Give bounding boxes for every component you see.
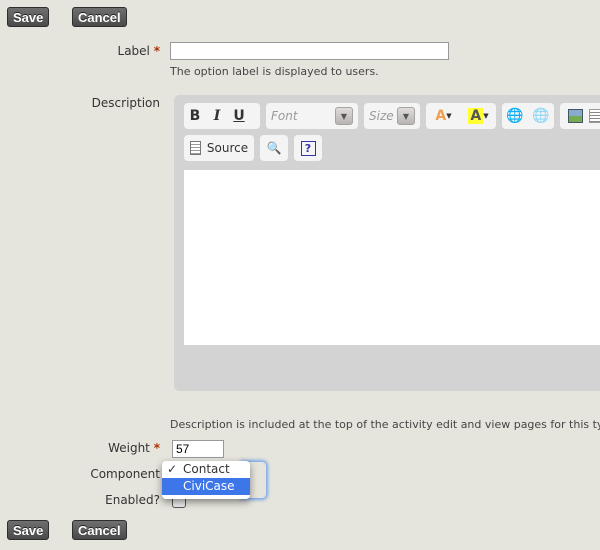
unlink-icon[interactable]: 🌐 [530, 105, 552, 127]
cancel-button-top[interactable]: Cancel [72, 7, 127, 27]
description-label: Description [91, 96, 160, 110]
preview-button[interactable]: 🔍 [260, 135, 288, 161]
color-group: A ▼ A ▼ [426, 103, 496, 129]
magnifier-icon: 🔍 [266, 141, 282, 155]
component-dropdown[interactable]: ✓ Contact CiviCase [162, 461, 250, 499]
required-marker: * [153, 44, 160, 58]
source-button[interactable]: Source [184, 135, 254, 161]
help-icon: ? [300, 140, 316, 156]
weight-label: Weight * [108, 441, 160, 455]
link-group: 🌐 🌐 [502, 103, 554, 129]
help-button[interactable]: ? [294, 135, 322, 161]
font-combo[interactable]: Font ▼ [266, 103, 358, 129]
insert-group [560, 103, 600, 129]
weight-input[interactable] [172, 440, 224, 458]
chevron-down-icon: ▼ [397, 107, 415, 125]
chevron-down-icon: ▼ [335, 107, 353, 125]
description-help: Description is included at the top of th… [170, 418, 600, 431]
document-icon [189, 141, 201, 155]
bold-button[interactable]: B [184, 105, 206, 127]
component-label: Component [90, 467, 160, 481]
italic-button[interactable]: I [206, 105, 228, 127]
underline-button[interactable]: U [228, 105, 250, 127]
label-help: The option label is displayed to users. [170, 65, 379, 78]
label-field-label: Label * [117, 44, 160, 58]
save-button-top[interactable]: Save [7, 7, 50, 27]
enabled-label: Enabled? [105, 493, 160, 507]
required-marker: * [153, 441, 160, 455]
link-icon[interactable]: 🌐 [504, 105, 526, 127]
dropdown-option-civicase[interactable]: CiviCase [162, 478, 250, 495]
text-color-icon[interactable]: A ▼ [430, 105, 458, 127]
editor-content-area[interactable] [184, 170, 600, 345]
checkmark-icon: ✓ [167, 462, 178, 476]
cancel-button-bottom[interactable]: Cancel [72, 520, 127, 540]
label-input[interactable] [170, 42, 449, 60]
background-color-icon[interactable]: A ▼ [465, 105, 493, 127]
dropdown-option-contact[interactable]: ✓ Contact [162, 461, 250, 478]
image-icon[interactable] [564, 105, 586, 127]
size-combo[interactable]: Size ▼ [364, 103, 420, 129]
table-icon[interactable] [586, 105, 600, 127]
rich-text-editor: B I U Font ▼ Size ▼ A ▼ A ▼ 🌐 🌐 Source 🔍 ? [174, 95, 600, 391]
save-button-bottom[interactable]: Save [7, 520, 50, 540]
basic-style-group: B I U [184, 103, 260, 129]
